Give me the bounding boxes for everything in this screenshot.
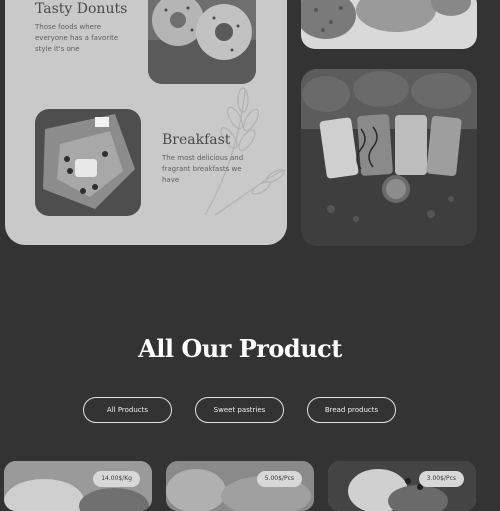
- filter-sweet-pastries[interactable]: Sweet pastries: [195, 397, 284, 423]
- breakfast-description: The most delicious and fragrant breakfas…: [162, 154, 244, 184]
- donuts-description: Those foods where everyone has a favorit…: [35, 23, 119, 53]
- grain-bread-image: [301, 0, 477, 49]
- donuts-title: Tasty Donuts: [35, 1, 128, 17]
- featured-panel: Tasty Donuts Those foods where everyone …: [5, 0, 287, 245]
- price-badge: 5.00$/Pcs: [256, 471, 302, 487]
- breakfast-image: [35, 109, 141, 216]
- breakfast-title: Breakfast: [162, 132, 231, 148]
- product-card[interactable]: 5.00$/Pcs: [166, 461, 314, 511]
- price-badge: 14.00$/Kg: [93, 471, 140, 487]
- price-badge: 3.00$/Pcs: [418, 471, 464, 487]
- filter-all-products[interactable]: All Products: [83, 397, 172, 423]
- section-title: All Our Product: [138, 334, 342, 363]
- wheat-icon: [204, 87, 286, 216]
- product-card[interactable]: 14.00$/Kg: [4, 461, 152, 511]
- product-card[interactable]: 3.00$/Pcs: [328, 461, 476, 511]
- donuts-image: [148, 0, 256, 84]
- bread-board-image: [301, 69, 477, 246]
- filter-bread-products[interactable]: Bread products: [307, 397, 396, 423]
